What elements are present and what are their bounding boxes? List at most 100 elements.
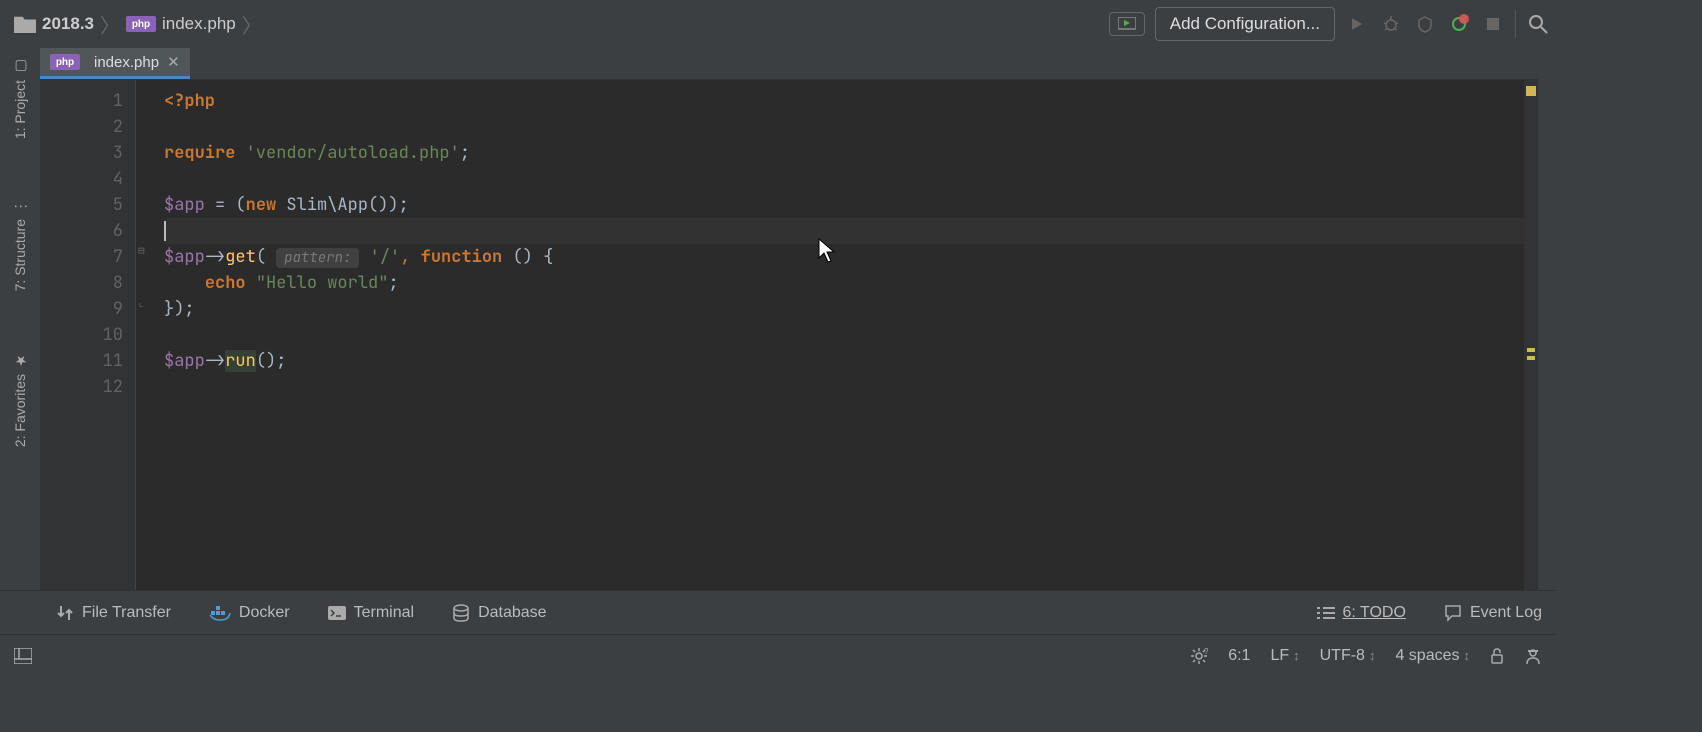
speech-bubble-icon	[1444, 604, 1462, 622]
line-number: 11	[40, 348, 123, 374]
line-number: 7	[40, 244, 123, 270]
breadcrumb-filename: index.php	[162, 14, 236, 34]
caret	[164, 221, 166, 241]
readonly-toggle-button[interactable]	[1490, 648, 1504, 664]
line-number: 2	[40, 114, 123, 140]
code-text: $app	[164, 350, 205, 372]
hector-icon	[1524, 647, 1542, 665]
structure-tool-label: 7: Structure	[12, 219, 28, 291]
tool-window-quick-access-button[interactable]	[14, 648, 32, 664]
monitor-icon	[1118, 17, 1136, 31]
line-number: 1	[40, 88, 123, 114]
inspection-status-icon[interactable]	[1526, 86, 1536, 96]
breadcrumb: 2018.3 〉 php index.php 〉	[6, 10, 1109, 39]
tab-index-php[interactable]: php index.php ✕	[40, 48, 190, 79]
docker-icon	[209, 605, 231, 621]
line-number: 3	[40, 140, 123, 166]
docker-tool-button[interactable]: Docker	[209, 604, 290, 622]
close-icon[interactable]: ✕	[167, 53, 180, 71]
toolbar: Add Configuration...	[1109, 7, 1550, 41]
code-text: "Hello world"	[246, 272, 389, 294]
code-text: () {	[502, 246, 553, 268]
terminal-label: Terminal	[354, 604, 414, 622]
inspection-profile-button[interactable]	[1524, 647, 1542, 665]
svg-text:?: ?	[1204, 647, 1208, 656]
favorites-tool-label: 2: Favorites	[12, 374, 28, 447]
terminal-tool-button[interactable]: Terminal	[328, 604, 414, 622]
code-text: 'vendor/autoload.php'	[246, 142, 460, 164]
code-text: function	[410, 246, 502, 268]
folder-icon	[14, 15, 36, 33]
code-text: (	[256, 246, 266, 268]
lock-icon	[1490, 648, 1504, 664]
project-tool-button[interactable]: 1: Project ▢	[12, 48, 28, 149]
run-button[interactable]	[1345, 12, 1369, 36]
search-everywhere-button[interactable]	[1526, 12, 1550, 36]
bottom-tool-bar: File Transfer Docker Terminal Database 6…	[0, 590, 1556, 634]
line-number-gutter[interactable]: 1 2 3 4 5 6 7 8 9 10 11 12	[40, 80, 136, 590]
tab-filename: index.php	[94, 54, 159, 71]
database-icon	[452, 604, 470, 622]
php-file-icon: php	[50, 54, 80, 70]
event-log-tool-button[interactable]: Event Log	[1444, 604, 1542, 622]
code-text: $app	[164, 246, 205, 268]
database-label: Database	[478, 604, 547, 622]
file-transfer-tool-button[interactable]: File Transfer	[56, 604, 171, 622]
list-icon	[1317, 606, 1335, 620]
todo-tool-button[interactable]: 6: TODO	[1317, 604, 1406, 622]
php-file-icon: php	[126, 16, 156, 32]
database-tool-button[interactable]: Database	[452, 604, 547, 622]
code-text: new	[246, 194, 277, 216]
code-editor[interactable]: 1 2 3 4 5 6 7 8 9 10 11 12 ⊟ ⌞ <?php req…	[40, 80, 1538, 590]
code-text: ->	[205, 350, 225, 372]
line-number: 8	[40, 270, 123, 296]
fold-start-icon[interactable]: ⊟	[138, 244, 145, 258]
line-number: 9	[40, 296, 123, 322]
code-text: ->	[205, 246, 225, 268]
code-text: });	[164, 298, 195, 320]
indent-selector[interactable]: 4 spaces	[1395, 647, 1470, 665]
cursor-position[interactable]: 6:1	[1228, 647, 1250, 665]
line-separator-selector[interactable]: LF	[1270, 647, 1299, 665]
code-text: echo	[205, 272, 246, 294]
status-bar: ? 6:1 LF UTF-8 4 spaces	[0, 634, 1556, 676]
add-configuration-button[interactable]: Add Configuration...	[1155, 7, 1335, 41]
code-text: <?php	[164, 90, 215, 112]
code-text: '/'	[359, 246, 400, 268]
folder-icon: ▢	[12, 58, 28, 74]
line-number: 4	[40, 166, 123, 192]
favorites-tool-button[interactable]: 2: Favorites ★	[12, 342, 28, 457]
line-number: 5	[40, 192, 123, 218]
breadcrumb-project[interactable]: 2018.3	[6, 10, 102, 38]
debug-button[interactable]	[1379, 12, 1403, 36]
star-icon: ★	[12, 352, 28, 368]
code-content[interactable]: <?php require 'vendor/autoload.php'; $ap…	[152, 80, 1538, 590]
coverage-button[interactable]	[1413, 12, 1437, 36]
warning-marker-icon[interactable]	[1527, 348, 1535, 352]
code-text: ;	[460, 142, 470, 164]
stop-button[interactable]	[1481, 12, 1505, 36]
terminal-icon	[328, 606, 346, 620]
left-tool-sidebar: 1: Project ▢ 7: Structure ⋮ 2: Favorites…	[0, 48, 40, 590]
fold-end-icon[interactable]: ⌞	[138, 296, 145, 310]
code-text: ;	[388, 272, 398, 294]
code-text: ();	[256, 350, 287, 372]
docker-label: Docker	[239, 604, 290, 622]
run-target-selector[interactable]	[1109, 12, 1145, 36]
event-log-label: Event Log	[1470, 604, 1542, 622]
listen-debug-button[interactable]	[1447, 12, 1471, 36]
warning-marker-icon[interactable]	[1527, 356, 1535, 360]
code-text: ,	[400, 246, 410, 268]
structure-tool-button[interactable]: 7: Structure ⋮	[12, 189, 28, 301]
encoding-selector[interactable]: UTF-8	[1320, 647, 1376, 665]
project-tool-label: 1: Project	[12, 80, 28, 139]
code-text: Slim\App());	[276, 194, 409, 216]
structure-icon: ⋮	[12, 199, 28, 213]
todo-label: 6: TODO	[1343, 604, 1406, 622]
code-text: = (	[205, 194, 246, 216]
toolbar-divider	[1515, 10, 1516, 38]
error-stripe[interactable]	[1524, 80, 1538, 590]
editor-tabs: php index.php ✕	[40, 48, 1538, 80]
breadcrumb-file[interactable]: php index.php	[118, 10, 244, 38]
hector-icon-button[interactable]: ?	[1190, 647, 1208, 665]
